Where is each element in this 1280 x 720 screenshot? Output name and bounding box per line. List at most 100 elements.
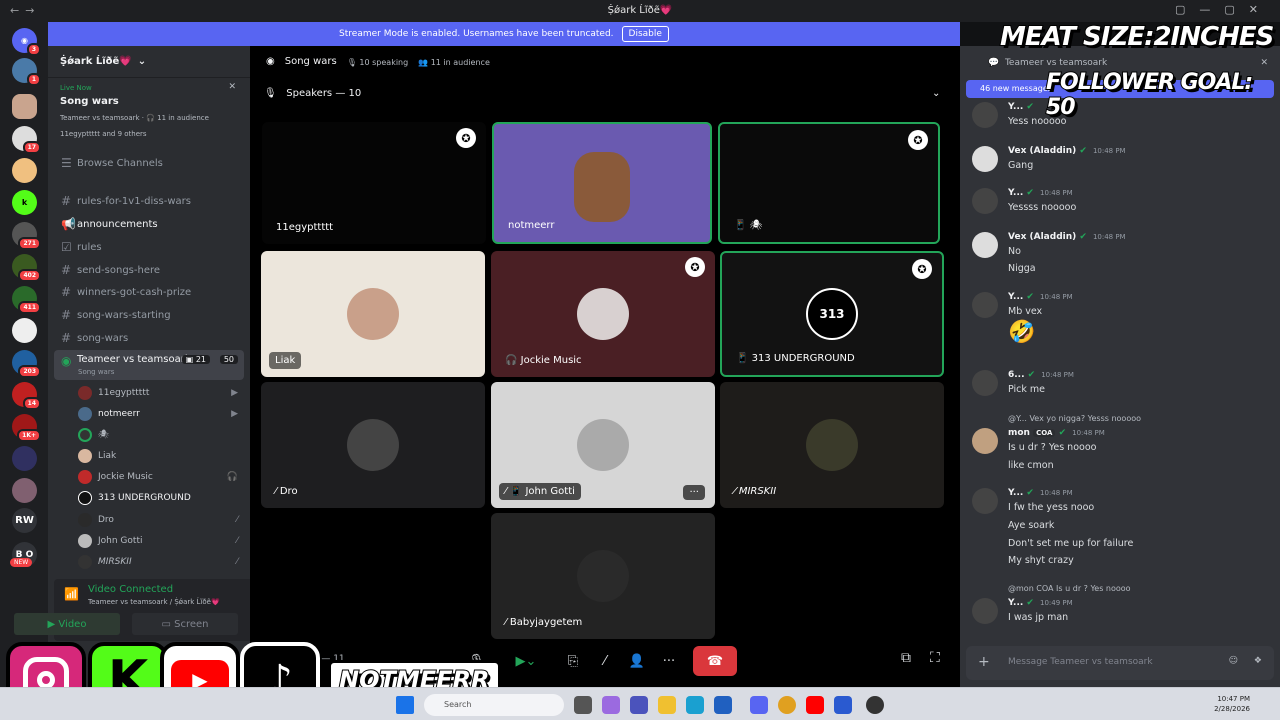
server-icon[interactable] bbox=[12, 158, 37, 183]
task-view-icon[interactable] bbox=[574, 696, 592, 714]
server-icon-active[interactable] bbox=[12, 94, 37, 119]
camera-button[interactable]: ▶⌄ bbox=[506, 646, 546, 676]
app-icon[interactable] bbox=[866, 696, 884, 714]
teams-icon[interactable] bbox=[630, 696, 648, 714]
server-icon[interactable]: 271 bbox=[12, 222, 41, 250]
tile-name: notmeerr bbox=[508, 220, 555, 231]
clan-tag: COA bbox=[1033, 429, 1056, 437]
browse-channels-label: Browse Channels bbox=[77, 157, 163, 169]
server-icon[interactable] bbox=[12, 446, 37, 471]
edge-icon[interactable] bbox=[686, 696, 704, 714]
file-explorer-icon[interactable] bbox=[658, 696, 676, 714]
server-icon[interactable]: 1 bbox=[12, 58, 41, 86]
channel-item[interactable]: # song-wars-starting bbox=[54, 305, 244, 325]
message-input[interactable]: + Message Teameer vs teamsoark ☺ ❖ bbox=[966, 646, 1274, 680]
badge: 203 bbox=[18, 365, 41, 378]
video-tile[interactable]: ⁄ Babyjaygetem bbox=[491, 513, 715, 639]
more-icon[interactable]: ··· bbox=[658, 646, 680, 676]
member-name: notmeerr bbox=[98, 409, 140, 419]
live-now-card[interactable]: Live Now ✕ Song wars Teameer vs teamsoar… bbox=[54, 80, 244, 148]
video-tile-speaking[interactable]: ✪ 313 📱 313 UNDERGROUND bbox=[720, 251, 944, 377]
channel-item[interactable]: # winners-got-cash-prize bbox=[54, 282, 244, 302]
message-text: Don't set me up for failure bbox=[1008, 538, 1134, 549]
camera-icon: ▶ bbox=[231, 409, 238, 419]
disable-button[interactable]: Disable bbox=[621, 26, 669, 42]
screen-share-icon[interactable]: ⎘ bbox=[562, 646, 584, 676]
server-header[interactable]: Ṩǿark Ĺĩðẽ💗 ⌄ 👤 bbox=[48, 46, 288, 78]
badge: 1 bbox=[26, 73, 41, 86]
chrome-icon[interactable] bbox=[778, 696, 796, 714]
popout-icon[interactable]: ⧉ bbox=[901, 650, 911, 666]
author-name: mon bbox=[1008, 428, 1030, 438]
video-tile[interactable]: ⁄ Dro bbox=[261, 382, 485, 508]
video-tile[interactable]: ✪ 11egypttttt bbox=[262, 122, 486, 244]
avatar bbox=[972, 292, 998, 318]
voice-member[interactable]: 313 UNDERGROUND bbox=[78, 488, 244, 508]
plus-icon[interactable]: + bbox=[978, 654, 990, 670]
taskbar-clock[interactable]: 10:47 PM 2/28/2026 bbox=[1214, 694, 1250, 714]
channel-item[interactable]: ☑ rules bbox=[54, 237, 244, 257]
stage-channel-active[interactable]: ◉ Teameer vs teamsoark Song wars ▣ 21 50 bbox=[54, 350, 244, 380]
voice-member[interactable]: Jockie Music 🎧 bbox=[78, 467, 244, 487]
taskbar-search[interactable]: Search bbox=[424, 694, 564, 716]
chevron-down-icon[interactable]: ⌄ bbox=[932, 88, 940, 99]
server-icon[interactable]: 17 bbox=[12, 126, 41, 154]
server-icon[interactable]: 1K+ bbox=[12, 414, 41, 442]
server-icon[interactable] bbox=[12, 318, 37, 343]
voice-member[interactable]: Liak bbox=[78, 446, 244, 466]
voice-member[interactable]: John Gotti ⁄ bbox=[78, 531, 244, 551]
window-controls[interactable]: ▢—▢✕ bbox=[1175, 3, 1272, 16]
camera-count: ▣ 21 bbox=[181, 355, 210, 364]
badge: 271 bbox=[18, 237, 41, 250]
avatar bbox=[972, 488, 998, 514]
voice-buttons: ▶ Video ▭ Screen bbox=[6, 579, 244, 641]
discord-home-icon[interactable]: ◉ 3 bbox=[12, 28, 41, 56]
browse-channels[interactable]: ☰ Browse Channels bbox=[54, 153, 244, 173]
video-tile[interactable]: ⁄ 📱 John Gotti ··· bbox=[491, 382, 715, 508]
tile-name-phone: 📱 313 UNDERGROUND bbox=[736, 353, 855, 364]
discord-icon[interactable] bbox=[750, 696, 768, 714]
video-tile-speaking[interactable]: ✪ 📱 🕷 bbox=[718, 122, 940, 244]
close-icon[interactable]: ✕ bbox=[1260, 58, 1268, 68]
start-icon[interactable] bbox=[396, 696, 414, 714]
voice-member[interactable]: Dro ⁄ bbox=[78, 510, 244, 530]
channel-item[interactable]: # song-wars bbox=[54, 328, 244, 348]
voice-member[interactable]: 🕷 bbox=[78, 425, 244, 445]
video-tile[interactable]: ✪ 🎧 Jockie Music bbox=[491, 251, 715, 377]
video-tile[interactable]: Liak bbox=[261, 251, 485, 377]
video-tile[interactable]: ⁄ MIRSKII bbox=[720, 382, 944, 508]
activities-icon[interactable]: 👤 bbox=[626, 646, 648, 676]
author: mon COA ✔ 10:48 PM bbox=[1008, 428, 1105, 438]
store-icon[interactable] bbox=[714, 696, 732, 714]
more-options-icon[interactable]: ··· bbox=[683, 485, 705, 500]
channel-item[interactable]: # send-songs-here bbox=[54, 260, 244, 280]
video-button[interactable]: ▶ Video bbox=[14, 613, 120, 635]
server-icon[interactable]: 402 bbox=[12, 254, 41, 282]
app-icon[interactable] bbox=[834, 696, 852, 714]
server-icon[interactable]: 203 bbox=[12, 350, 41, 378]
copilot-icon[interactable] bbox=[602, 696, 620, 714]
apps-icon[interactable]: ❖ bbox=[1254, 656, 1262, 666]
server-icon[interactable]: 411 bbox=[12, 286, 41, 314]
leave-call-button[interactable]: ☎ bbox=[693, 646, 737, 676]
voice-member[interactable]: 11egypttttt ▶ bbox=[78, 383, 244, 403]
server-icon[interactable] bbox=[12, 478, 37, 503]
voice-member[interactable]: notmeerr ▶ bbox=[78, 404, 244, 424]
video-tile-speaking[interactable]: notmeerr bbox=[492, 122, 712, 244]
hash-icon: # bbox=[61, 285, 72, 299]
emoji-icon[interactable]: ☺ bbox=[1229, 656, 1238, 666]
screen-share-button[interactable]: ▭ Screen bbox=[132, 613, 238, 635]
speakers-header[interactable]: 🎙 Speakers — 10 ⌄ bbox=[264, 88, 940, 99]
reply-preview[interactable]: @Y... Vex yo nigga? Yesss nooooo bbox=[1008, 414, 1141, 423]
channel-item[interactable]: 📢 announcements bbox=[54, 214, 244, 234]
youtube-taskbar-icon[interactable] bbox=[806, 696, 824, 714]
reply-preview[interactable]: @mon COA Is u dr ? Yes noooo bbox=[1008, 584, 1131, 593]
channel-item[interactable]: # rules-for-1v1-diss-wars bbox=[54, 191, 244, 211]
mute-all-icon[interactable]: ⁄ bbox=[594, 646, 616, 676]
close-icon[interactable]: ✕ bbox=[228, 82, 236, 92]
server-icon[interactable]: 14 bbox=[12, 382, 41, 410]
voice-member[interactable]: MIRSKII ⁄ bbox=[78, 552, 244, 572]
server-icon-rw[interactable]: RW bbox=[12, 508, 37, 533]
kick-server-icon[interactable]: k bbox=[12, 190, 37, 215]
fullscreen-icon[interactable]: ⛶ bbox=[930, 650, 940, 666]
